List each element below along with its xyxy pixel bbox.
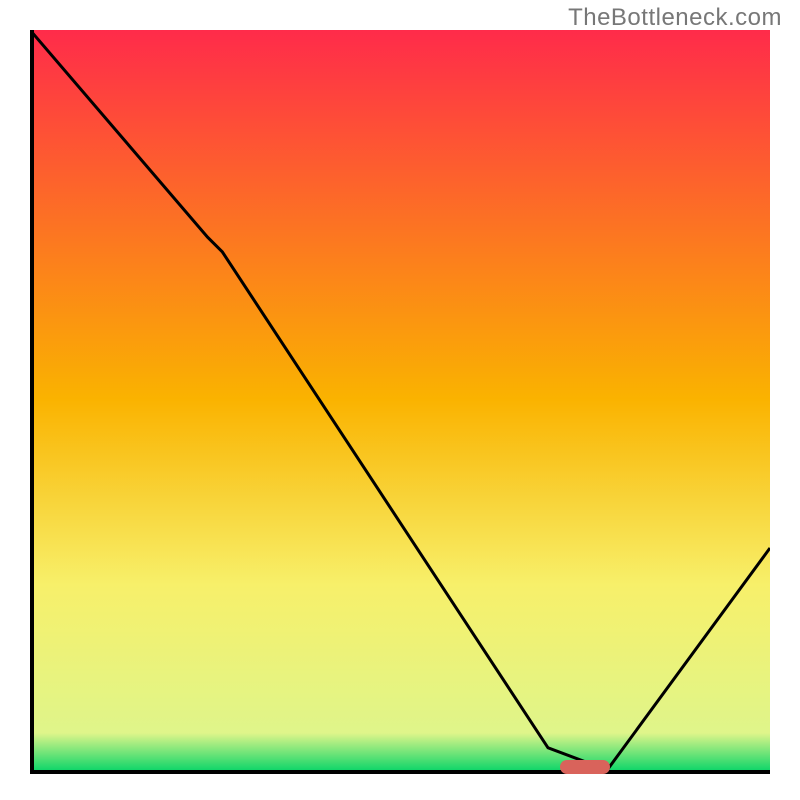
watermark-text: TheBottleneck.com bbox=[568, 4, 782, 32]
chart-container: TheBottleneck.com bbox=[0, 0, 800, 800]
gradient-background bbox=[30, 30, 770, 770]
chart-svg bbox=[30, 30, 770, 770]
optimal-marker bbox=[560, 760, 610, 774]
x-axis bbox=[30, 770, 770, 774]
y-axis bbox=[30, 30, 34, 770]
